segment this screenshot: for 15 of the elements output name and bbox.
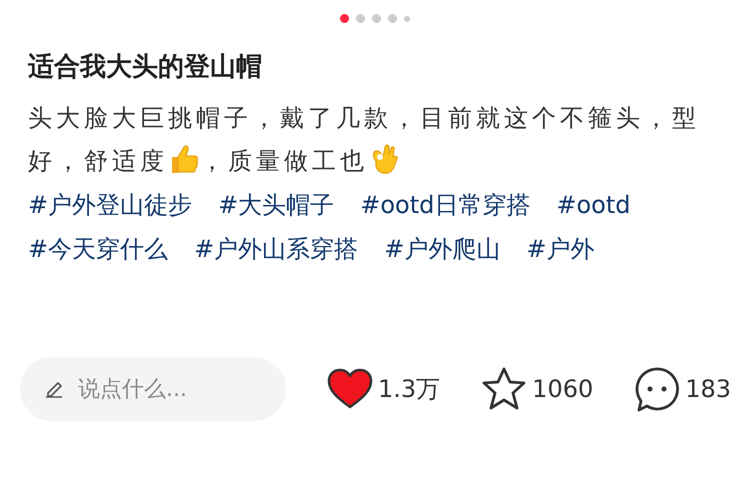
- hashtag-link[interactable]: #ootd: [556, 183, 630, 227]
- post-text: 头大脸大巨挑帽子，戴了几款，目前就这个不箍头，型好，舒适度 ，质量做工也: [28, 103, 701, 177]
- hashtag-link[interactable]: #户外山系穿搭: [194, 227, 358, 271]
- hashtag-link[interactable]: #ootd日常穿搭: [360, 183, 530, 227]
- action-count: 1.3万: [378, 374, 440, 405]
- post-title: 适合我大头的登山帽: [28, 51, 263, 84]
- comment-bubble-icon[interactable]: [633, 365, 682, 413]
- hashtag-link[interactable]: #大头帽子: [218, 183, 334, 227]
- comment-input-field[interactable]: 说点什么...: [20, 357, 286, 421]
- hashtag-link[interactable]: #今天穿什么: [28, 227, 168, 271]
- hashtag-link[interactable]: #户外爬山: [384, 227, 500, 271]
- hashtag-link[interactable]: #户外: [526, 227, 594, 271]
- action-count: 183: [685, 375, 732, 403]
- action-count: 1060: [532, 375, 594, 403]
- hashtag-link[interactable]: #户外登山徒步: [28, 183, 192, 227]
